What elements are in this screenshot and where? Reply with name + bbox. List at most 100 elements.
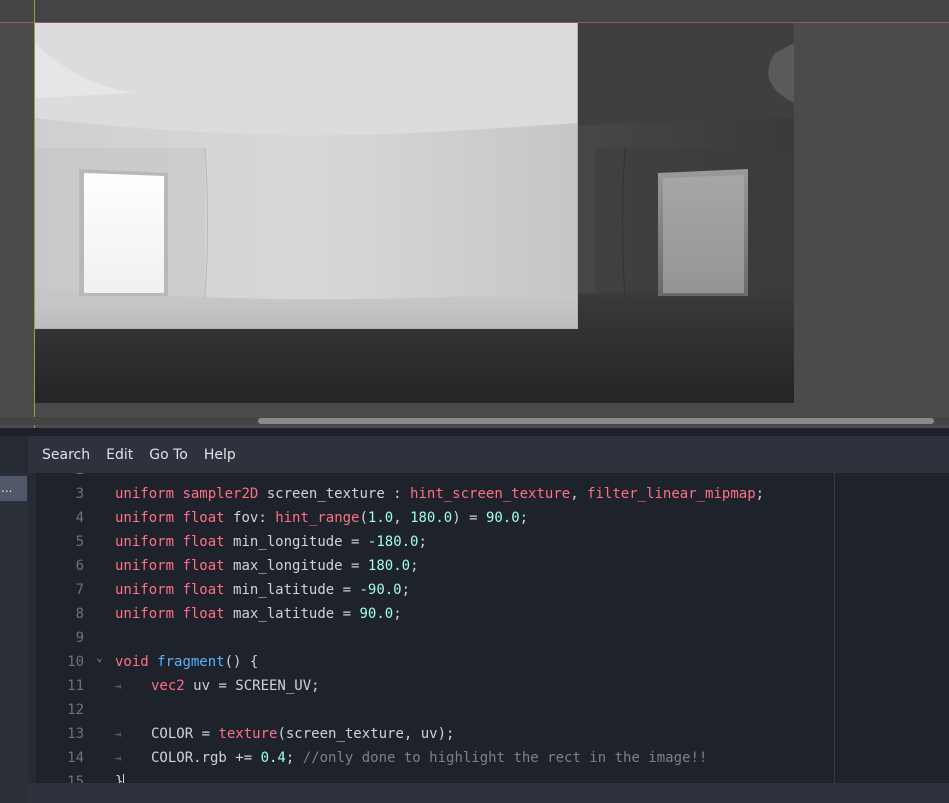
code-token: () { — [224, 654, 259, 670]
3d-viewport[interactable] — [0, 0, 949, 428]
tab-indent-icon: ⇥ — [114, 727, 122, 741]
line-number: 12 — [67, 702, 84, 718]
code-token: hint_screen_texture — [410, 486, 571, 502]
code-token: screen_texture : — [258, 486, 411, 502]
code-editor[interactable]: 2 3 uniform sampler2D screen_texture : hin… — [36, 473, 949, 783]
code-token: ; — [418, 534, 427, 550]
code-line[interactable]: 7 uniform float min_latitude = -90.0; — [36, 578, 949, 602]
code-line[interactable]: 3 uniform sampler2D screen_texture : hint… — [36, 482, 949, 506]
code-text: COLOR.rgb += 0.4; //only done to highlig… — [151, 746, 707, 770]
code-token: 180.0 — [410, 510, 453, 526]
code-line[interactable]: 14 ⇥ COLOR.rgb += 0.4; //only done to high… — [36, 746, 949, 770]
code-token: min_longitude = — [224, 534, 368, 550]
code-text: uniform float fov: hint_range(1.0, 180.0… — [115, 506, 528, 530]
code-text: COLOR = texture(screen_texture, uv); — [151, 722, 454, 746]
code-token: hint_range — [275, 510, 360, 526]
code-text: }​ — [115, 770, 125, 783]
code-token: texture — [218, 726, 278, 742]
code-token: , — [570, 486, 588, 502]
code-token: uniform — [115, 486, 175, 502]
line-number: 11 — [67, 678, 84, 694]
line-number: 14 — [67, 750, 84, 766]
line-number: 10 — [67, 654, 84, 670]
code-token: ( — [359, 510, 368, 526]
code-token: ; — [285, 750, 303, 766]
line-number: 15 — [67, 774, 84, 783]
code-token: uniform — [115, 510, 175, 526]
code-token: ; — [410, 558, 419, 574]
menu-go-to[interactable]: Go To — [141, 447, 196, 463]
panel-separator[interactable] — [0, 428, 949, 436]
code-token: fragment — [157, 654, 225, 670]
text-caret: ​ — [123, 774, 125, 783]
script-list-panel: ... — [0, 473, 28, 803]
code-text: uniform float min_longitude = -180.0; — [115, 530, 427, 554]
code-token: vec2 — [151, 678, 185, 694]
tab-indent-icon: ⇥ — [114, 751, 122, 765]
script-editor-menubar: Search Edit Go To Help — [28, 436, 949, 473]
code-line[interactable]: 2 — [36, 473, 949, 482]
code-text: uniform float max_latitude = 90.0; — [115, 602, 402, 626]
viewport-top-ruler — [0, 0, 949, 23]
line-number: 9 — [75, 630, 84, 646]
line-number: 8 — [75, 606, 84, 622]
code-token: float — [182, 510, 225, 526]
menu-search[interactable]: Search — [28, 447, 98, 463]
code-line[interactable]: 6 uniform float max_longitude = 180.0; — [36, 554, 949, 578]
line-number: 6 — [75, 558, 84, 574]
code-token: ) = — [452, 510, 486, 526]
code-text: void fragment() { — [115, 650, 258, 674]
code-token: ; — [755, 486, 765, 502]
code-token: float — [182, 534, 225, 550]
menu-help[interactable]: Help — [196, 447, 244, 463]
code-text: uniform sampler2D screen_texture : hint_… — [115, 482, 764, 506]
line-number: 3 — [75, 486, 84, 502]
code-text: vec2 uv = SCREEN_UV; — [151, 674, 320, 698]
code-line[interactable]: 12 — [36, 698, 949, 722]
line-number: 5 — [75, 534, 84, 550]
editor-status-bar — [28, 783, 949, 803]
code-token: min_latitude = — [224, 582, 360, 598]
code-token: 0.4 — [260, 750, 286, 766]
script-list-item[interactable]: ... — [0, 476, 27, 501]
code-token: max_latitude = — [224, 606, 360, 622]
code-token: -180.0 — [367, 534, 419, 550]
menu-edit[interactable]: Edit — [98, 447, 141, 463]
code-token: uv = SCREEN_UV; — [184, 678, 320, 694]
code-token: sampler2D — [182, 486, 259, 502]
code-line[interactable]: 13 ⇥ COLOR = texture(screen_texture, uv); — [36, 722, 949, 746]
code-token: uniform — [115, 606, 175, 622]
code-line[interactable]: 5 uniform float min_longitude = -180.0; — [36, 530, 949, 554]
code-token: float — [182, 582, 225, 598]
code-token: uniform — [115, 534, 175, 550]
code-token: //only done to highlight the rect in the… — [302, 750, 708, 766]
fold-chevron-icon[interactable]: ⌄ — [96, 646, 103, 670]
code-token: ; — [519, 510, 529, 526]
code-line[interactable]: 9 — [36, 626, 949, 650]
code-text: uniform float max_longitude = 180.0; — [115, 554, 419, 578]
highlight-rect — [35, 23, 578, 329]
code-line[interactable]: 11 ⇥ vec2 uv = SCREEN_UV; — [36, 674, 949, 698]
line-number: 4 — [75, 510, 84, 526]
code-token: 90.0 — [359, 606, 394, 622]
code-token: 90.0 — [485, 510, 520, 526]
code-token: ; — [401, 582, 411, 598]
code-token: uniform — [115, 582, 175, 598]
code-token: uniform — [115, 558, 175, 574]
code-line[interactable]: 8 uniform float max_latitude = 90.0; — [36, 602, 949, 626]
code-token: fov: — [224, 510, 276, 526]
code-token: 1.0 — [367, 510, 394, 526]
code-token: filter_linear_mipmap — [587, 486, 756, 502]
code-line[interactable]: 4 uniform float fov: hint_range(1.0, 180.… — [36, 506, 949, 530]
code-token: void — [115, 654, 149, 670]
code-line[interactable]: 10 ⌄ void fragment() { — [36, 650, 949, 674]
code-line[interactable]: 15 }​ — [36, 770, 949, 783]
script-editor-panel: Search Edit Go To Help ... 2 3 uniform sam… — [0, 428, 949, 803]
script-list-item-label: ... — [1, 481, 13, 495]
code-token: (screen_texture, uv); — [277, 726, 455, 742]
code-token: float — [182, 558, 225, 574]
code-token: 180.0 — [367, 558, 411, 574]
viewport-scrollbar-thumb[interactable] — [258, 418, 934, 424]
code-token: , — [393, 510, 411, 526]
